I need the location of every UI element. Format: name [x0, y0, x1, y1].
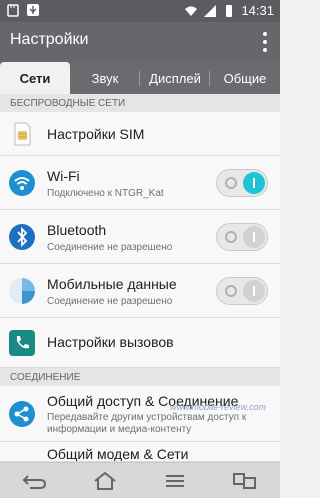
action-bar: Настройки [0, 22, 280, 62]
home-button[interactable] [91, 470, 119, 492]
tab-general[interactable]: Общие [210, 62, 280, 94]
tethering-title: Общий модем & Сети [47, 446, 189, 462]
wifi-icon [9, 170, 35, 196]
bluetooth-icon [9, 224, 35, 250]
mobile-data-subtitle: Соединение не разрешено [47, 296, 173, 307]
wifi-toggle[interactable] [216, 169, 268, 197]
mobile-data-icon [9, 278, 35, 304]
mobile-data-title: Мобильные данные [47, 276, 177, 292]
wifi-signal-icon [185, 6, 198, 16]
share-icon [9, 401, 35, 427]
section-header-connection: СОЕДИНЕНИЕ [0, 368, 280, 386]
sim-card-icon [14, 122, 31, 146]
tab-display[interactable]: Дисплей [140, 62, 210, 94]
navigation-bar [0, 462, 280, 498]
call-settings-item[interactable]: Настройки вызовов [0, 318, 280, 368]
bluetooth-item[interactable]: Bluetooth Соединение не разрешено [0, 210, 280, 264]
home-icon [94, 471, 116, 490]
watermark-text: www.mobile-review.com [169, 402, 266, 412]
menu-button[interactable] [161, 470, 189, 492]
phone-icon [9, 330, 35, 356]
bluetooth-toggle[interactable] [216, 223, 268, 251]
menu-icon [166, 474, 184, 487]
status-time: 14:31 [241, 3, 274, 18]
tab-networks[interactable]: Сети [0, 62, 70, 94]
bluetooth-title: Bluetooth [47, 222, 107, 238]
dual-window-button[interactable] [231, 470, 259, 492]
share-connect-item[interactable]: Общий доступ & Соединение Передавайте др… [0, 386, 280, 442]
usb-icon [27, 4, 39, 16]
back-icon [22, 474, 47, 489]
wifi-item[interactable]: Wi-Fi Подключено к NTGR_Kat [0, 156, 280, 210]
mobile-data-item[interactable]: Мобильные данные Соединение не разрешено [0, 264, 280, 318]
call-settings-title: Настройки вызовов [47, 334, 174, 350]
page-title: Настройки [10, 31, 89, 48]
wifi-subtitle: Подключено к NTGR_Kat [47, 188, 164, 199]
mobile-data-toggle[interactable] [216, 277, 268, 305]
back-button[interactable] [21, 470, 49, 492]
tab-sound[interactable]: Звук [70, 62, 140, 94]
tethering-item[interactable]: Общий модем & Сети [0, 442, 280, 462]
sim-settings-title: Настройки SIM [47, 126, 145, 142]
share-connect-subtitle: Передавайте другим устройствам доступ к … [47, 412, 247, 435]
cell-signal-icon [204, 4, 217, 17]
wifi-title: Wi-Fi [47, 168, 80, 184]
battery-icon [226, 4, 233, 17]
dual-window-icon [233, 472, 256, 489]
tab-bar: Сети Звук Дисплей Общие [0, 62, 280, 94]
bluetooth-subtitle: Соединение не разрешено [47, 242, 173, 253]
overflow-menu-icon[interactable] [262, 32, 268, 52]
sd-card-icon [7, 4, 19, 17]
status-bar: 14:31 [0, 0, 280, 22]
section-header-wireless: БЕСПРОВОДНЫЕ СЕТИ [0, 94, 280, 112]
sim-settings-item[interactable]: Настройки SIM [0, 112, 280, 156]
